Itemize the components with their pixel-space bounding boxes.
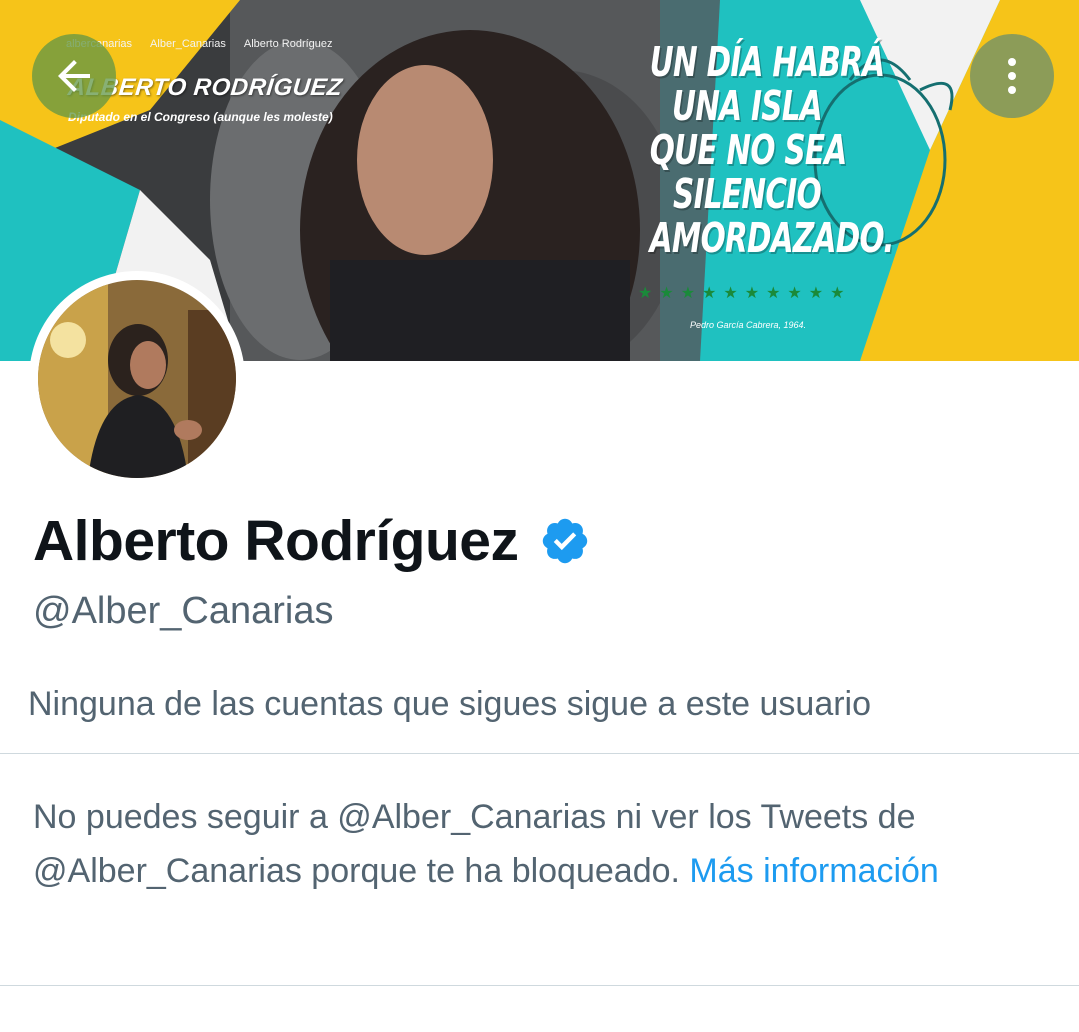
arrow-left-icon <box>58 60 90 92</box>
banner-stars: ★★★★★★★★★★ <box>638 285 852 302</box>
banner-quote-line: SILENCIO <box>673 170 822 218</box>
banner-quote: UN DÍA HABRÁ UNA ISLA QUE NO SEA SILENCI… <box>649 38 895 262</box>
banner-quote-author: Pedro García Cabrera, 1964. <box>690 320 807 330</box>
verified-badge-icon[interactable] <box>539 515 591 567</box>
more-info-link[interactable]: Más información <box>689 852 938 890</box>
banner-subtitle: Diputado en el Congreso (aunque les mole… <box>68 110 333 124</box>
divider <box>0 985 1079 986</box>
banner-quote-line: AMORDAZADO. <box>649 214 895 262</box>
blocked-notice: No puedes seguir a @Alber_Canarias ni ve… <box>33 790 1043 898</box>
more-vertical-icon <box>1008 58 1016 94</box>
more-options-button[interactable] <box>970 34 1054 118</box>
avatar[interactable] <box>29 271 245 487</box>
display-name-row: Alberto Rodríguez <box>33 508 591 574</box>
banner-quote-line: QUE NO SEA <box>649 126 847 174</box>
avatar-image <box>38 280 236 478</box>
banner-twitter: Alber_Canarias <box>150 38 226 50</box>
banner-facebook: Alberto Rodríguez <box>243 38 333 50</box>
banner-quote-line: UNA ISLA <box>672 82 823 130</box>
profile-handle: @Alber_Canarias <box>33 590 334 632</box>
banner-quote-line: UN DÍA HABRÁ <box>649 38 885 86</box>
back-button[interactable] <box>32 34 116 118</box>
divider <box>0 753 1079 754</box>
followers-you-know-note: Ninguna de las cuentas que sigues sigue … <box>28 685 872 723</box>
display-name: Alberto Rodríguez <box>33 509 519 573</box>
